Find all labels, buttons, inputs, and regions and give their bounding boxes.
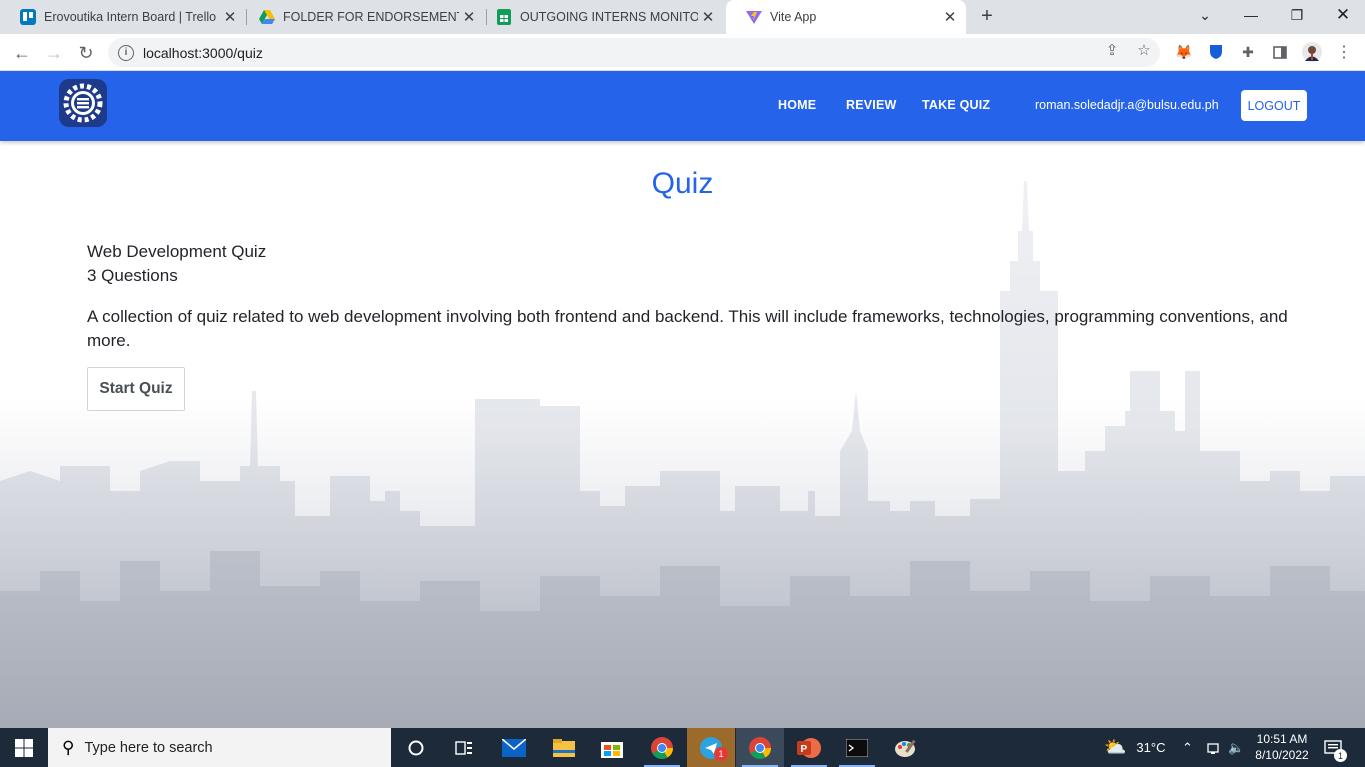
powerpoint-icon[interactable]: P bbox=[785, 728, 833, 767]
side-panel-icon[interactable] bbox=[1270, 42, 1290, 62]
close-tab-icon[interactable]: ✕ bbox=[220, 7, 240, 27]
quiz-title: Web Development Quiz bbox=[87, 242, 267, 261]
task-view-icon[interactable] bbox=[440, 728, 488, 767]
forward-button[interactable]: → bbox=[41, 40, 67, 66]
chrome-menu-icon[interactable]: ⋮ bbox=[1334, 42, 1354, 62]
taskbar-search-box[interactable]: ⚲ Type here to search bbox=[48, 728, 391, 767]
chrome-active-window-icon[interactable] bbox=[736, 728, 784, 767]
taskbar-clock[interactable]: 10:51 AM 8/10/2022 bbox=[1252, 731, 1312, 763]
network-icon[interactable] bbox=[1206, 728, 1220, 767]
page-title: Quiz bbox=[651, 167, 714, 200]
url-text: localhost:3000/quiz bbox=[143, 44, 263, 61]
tab-search-icon[interactable]: ⌄ bbox=[1182, 0, 1228, 30]
share-icon[interactable]: ⇪ bbox=[1102, 40, 1122, 60]
browser-toolbar: ← → ↻ i localhost:3000/quiz ⇪ ☆ 🦊 ✚ ⋮ bbox=[0, 34, 1365, 71]
browser-tab-sheets[interactable]: OUTGOING INTERNS MONITORING ✕ bbox=[476, 0, 724, 34]
svg-text:P: P bbox=[801, 744, 808, 755]
browser-tab-drive[interactable]: FOLDER FOR ENDORSEMENT BATCH ✕ bbox=[239, 0, 485, 34]
paint-icon[interactable] bbox=[882, 728, 930, 767]
partly-cloudy-icon: ⛅ bbox=[1104, 737, 1127, 757]
metamask-extension-icon[interactable]: 🦊 bbox=[1174, 42, 1194, 62]
tab-title: Erovoutika Intern Board | Trello bbox=[44, 10, 217, 24]
address-bar[interactable]: i localhost:3000/quiz bbox=[108, 38, 1160, 67]
google-sheets-icon bbox=[496, 9, 512, 25]
tab-title: FOLDER FOR ENDORSEMENT BATCH bbox=[283, 10, 459, 24]
quiz-description: A collection of quiz related to web deve… bbox=[87, 307, 1288, 350]
show-hidden-icons-button[interactable]: ⌃ bbox=[1182, 728, 1193, 767]
nav-home-link[interactable]: HOME bbox=[778, 98, 816, 112]
tab-title: Vite App bbox=[770, 10, 817, 24]
cortana-icon[interactable] bbox=[392, 728, 440, 767]
volume-icon[interactable]: 🔈 bbox=[1228, 728, 1244, 767]
close-tab-icon[interactable]: ✕ bbox=[940, 7, 960, 27]
notification-count-badge: 1 bbox=[1334, 749, 1347, 762]
browser-tab-strip: Erovoutika Intern Board | Trello ✕ FOLDE… bbox=[0, 0, 1365, 34]
browser-tab-trello[interactable]: Erovoutika Intern Board | Trello ✕ bbox=[0, 0, 246, 34]
app-logo[interactable] bbox=[59, 79, 107, 127]
user-email: roman.soledadjr.a@bulsu.edu.ph bbox=[1035, 98, 1219, 112]
close-tab-icon[interactable]: ✕ bbox=[698, 7, 718, 27]
new-tab-button[interactable]: + bbox=[976, 5, 998, 27]
windows-start-button[interactable] bbox=[0, 728, 48, 767]
browser-tab-vite[interactable]: Vite App ✕ bbox=[726, 0, 966, 34]
vite-icon bbox=[746, 9, 762, 25]
profile-avatar[interactable] bbox=[1302, 42, 1322, 62]
restore-button[interactable]: ❐ bbox=[1274, 0, 1320, 30]
mail-app-icon[interactable] bbox=[490, 728, 538, 767]
terminal-icon[interactable] bbox=[833, 728, 881, 767]
back-button[interactable]: ← bbox=[9, 40, 35, 66]
nav-take-quiz-link[interactable]: TAKE QUIZ bbox=[922, 98, 990, 112]
telegram-taskbar-icon[interactable]: 1 bbox=[687, 728, 735, 767]
weather-widget[interactable]: ⛅ 31°C bbox=[1104, 728, 1165, 767]
weather-temperature: 31°C bbox=[1136, 740, 1166, 755]
bitwarden-extension-icon[interactable] bbox=[1206, 42, 1226, 62]
minimize-button[interactable]: — bbox=[1228, 0, 1274, 30]
trello-icon bbox=[20, 9, 36, 25]
start-quiz-button[interactable]: Start Quiz bbox=[87, 367, 185, 411]
windows-logo-icon bbox=[15, 738, 33, 757]
google-drive-icon bbox=[259, 9, 275, 25]
telegram-unread-badge: 1 bbox=[714, 747, 728, 761]
notification-center-icon[interactable]: 1 bbox=[1324, 728, 1347, 767]
bookmark-star-icon[interactable]: ☆ bbox=[1134, 40, 1154, 60]
chrome-taskbar-icon[interactable] bbox=[638, 728, 686, 767]
close-window-button[interactable]: ✕ bbox=[1320, 0, 1365, 30]
nav-review-link[interactable]: REVIEW bbox=[846, 98, 897, 112]
taskbar-search-placeholder: Type here to search bbox=[84, 739, 213, 756]
clock-date: 8/10/2022 bbox=[1255, 748, 1309, 762]
site-info-icon[interactable]: i bbox=[118, 44, 134, 61]
extensions-puzzle-icon[interactable]: ✚ bbox=[1238, 42, 1258, 62]
file-explorer-icon[interactable] bbox=[540, 728, 588, 767]
logout-button[interactable]: LOGOUT bbox=[1241, 90, 1307, 121]
windows-taskbar: ⚲ Type here to search 1 P ⛅ 31°C ⌃ 🔈 10:… bbox=[0, 728, 1365, 767]
clock-time: 10:51 AM bbox=[1256, 732, 1308, 746]
search-icon: ⚲ bbox=[62, 737, 75, 757]
tab-title: OUTGOING INTERNS MONITORING bbox=[520, 10, 698, 24]
reload-button[interactable]: ↻ bbox=[73, 40, 99, 66]
app-page: HOME REVIEW TAKE QUIZ roman.soledadjr.a@… bbox=[0, 71, 1365, 728]
app-navbar: HOME REVIEW TAKE QUIZ roman.soledadjr.a@… bbox=[0, 71, 1365, 141]
microsoft-store-icon[interactable] bbox=[588, 728, 636, 767]
quiz-question-count: 3 Questions bbox=[87, 266, 178, 285]
